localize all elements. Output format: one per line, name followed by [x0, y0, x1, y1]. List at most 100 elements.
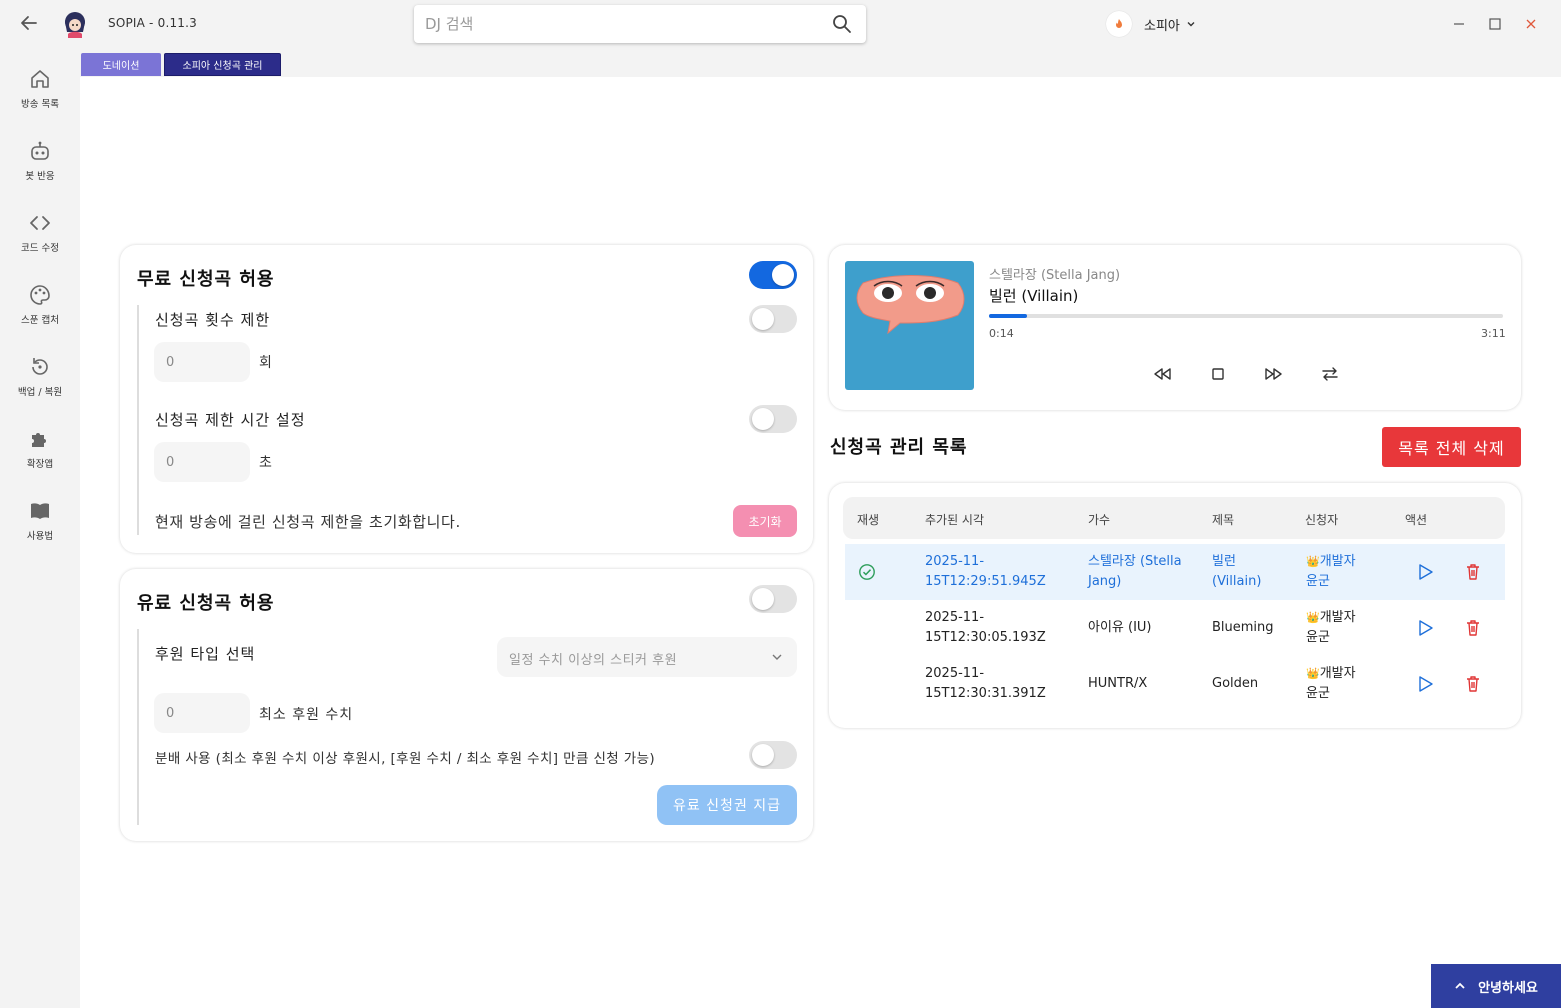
sidebar-item-backup-restore[interactable]: 백업 / 복원	[0, 356, 80, 416]
table-row[interactable]: 2025-11- 15T12:29:51.945Z 스텔라장 (Stella Jan…	[845, 544, 1505, 600]
min-donation-input[interactable]	[154, 693, 250, 733]
close-icon[interactable]	[1521, 14, 1541, 34]
table-row[interactable]: 2025-11- 15T12:30:31.391Z HUNTR/X Golden …	[845, 656, 1505, 712]
count-limit-input[interactable]	[154, 342, 250, 382]
request-table-card: 재생 추가된 시각 가수 제목 신청자 액션 2025-11- 15T12:29:…	[829, 483, 1521, 728]
row-artist: 스텔라장 (Stella Jang)	[1088, 554, 1182, 589]
sidebar-item-manual[interactable]: 사용법	[0, 500, 80, 560]
maximize-icon[interactable]	[1485, 14, 1505, 34]
progress-fill	[989, 314, 1027, 318]
time-limit-toggle[interactable]	[749, 405, 797, 433]
free-request-toggle[interactable]	[749, 261, 797, 289]
sidebar: 방송 목록 봇 반응 코드 수정 스푼 캡처 백업 / 복원 확장앱 사용법	[0, 48, 80, 1008]
split-toggle[interactable]	[749, 741, 797, 769]
count-unit: 회	[259, 355, 272, 371]
palette-icon	[30, 285, 50, 305]
robot-icon	[31, 141, 49, 160]
book-icon	[31, 503, 49, 519]
row-time: 2025-11- 15T12:30:05.193Z	[925, 610, 1046, 645]
play-icon[interactable]	[1415, 618, 1435, 638]
search-icon[interactable]	[832, 14, 852, 34]
sidebar-item-code-edit[interactable]: 코드 수정	[0, 212, 80, 272]
donation-type-label: 후원 타입 선택	[155, 645, 256, 663]
search-input[interactable]	[425, 13, 815, 35]
back-arrow-icon[interactable]	[18, 12, 40, 34]
row-title: Golden	[1212, 676, 1259, 691]
grant-ticket-button[interactable]: 유료 신청권 지급	[657, 785, 797, 825]
album-art	[845, 261, 974, 390]
column-header: 재생	[857, 513, 880, 527]
donation-type-value: 일정 수치 이상의 스티커 후원	[509, 653, 678, 668]
trash-icon[interactable]	[1463, 562, 1483, 582]
user-name: 소피아	[1144, 18, 1180, 34]
row-requester: 👑개발자 윤군	[1306, 666, 1356, 701]
time-unit: 초	[259, 455, 272, 471]
free-request-title: 무료 신청곡 허용	[137, 269, 275, 290]
sidebar-item-label: 백업 / 복원	[17, 387, 63, 398]
minimize-icon[interactable]	[1449, 14, 1469, 34]
sidebar-item-label: 스푼 캡처	[21, 315, 59, 326]
table-header: 재생 추가된 시각 가수 제목 신청자 액션	[843, 497, 1505, 539]
sidebar-item-spoon-capture[interactable]: 스푼 캡처	[0, 284, 80, 344]
crown-icon: 👑	[1306, 611, 1320, 624]
time-limit-input[interactable]	[154, 442, 250, 482]
restore-icon	[32, 358, 48, 375]
count-limit-label: 신청곡 횟수 제한	[155, 311, 271, 329]
chevron-down-icon	[1187, 22, 1195, 27]
column-header: 가수	[1088, 513, 1111, 527]
sidebar-item-label: 방송 목록	[21, 99, 59, 110]
trash-icon[interactable]	[1463, 674, 1483, 694]
avatar	[1106, 11, 1132, 37]
chevron-up-icon	[1455, 982, 1465, 989]
paid-request-card: 유료 신청곡 허용 후원 타입 선택 일정 수치 이상의 스티커 후원 최소 후…	[120, 569, 813, 841]
sidebar-item-broadcast-list[interactable]: 방송 목록	[0, 68, 80, 128]
stop-icon[interactable]	[1207, 363, 1229, 385]
tab-request-management[interactable]: 소피아 신청곡 관리	[164, 53, 281, 76]
section-divider	[137, 305, 139, 535]
reset-button[interactable]: 초기화	[733, 505, 797, 537]
tab-donation[interactable]: 도네이션	[81, 53, 161, 76]
time-limit-label: 신청곡 제한 시간 설정	[155, 411, 306, 429]
chevron-down-icon	[772, 654, 782, 660]
row-title: 빌런 (Villain)	[1212, 554, 1262, 589]
app-title: SOPIA - 0.11.3	[108, 16, 197, 30]
fast-forward-icon[interactable]	[1263, 363, 1285, 385]
user-menu[interactable]: 소피아	[1106, 10, 1196, 38]
paid-request-toggle[interactable]	[749, 585, 797, 613]
home-icon	[31, 70, 49, 88]
paid-request-title: 유료 신청곡 허용	[137, 593, 275, 614]
table-row[interactable]: 2025-11- 15T12:30:05.193Z 아이유 (IU) Bluemi…	[845, 600, 1505, 656]
player-card: 스텔라장 (Stella Jang) 빌런 (Villain) 0:14 3:1…	[829, 245, 1521, 410]
sidebar-item-bot-reaction[interactable]: 봇 반응	[0, 140, 80, 200]
trash-icon[interactable]	[1463, 618, 1483, 638]
crown-icon: 👑	[1306, 555, 1320, 568]
sidebar-item-label: 사용법	[26, 531, 54, 542]
now-playing-title: 빌런 (Villain)	[989, 287, 1079, 305]
donation-type-select[interactable]: 일정 수치 이상의 스티커 후원	[497, 637, 797, 677]
column-header: 신청자	[1305, 513, 1339, 527]
row-time: 2025-11- 15T12:30:31.391Z	[925, 666, 1046, 701]
count-limit-toggle[interactable]	[749, 305, 797, 333]
row-time: 2025-11- 15T12:29:51.945Z	[925, 554, 1046, 589]
flame-icon	[1116, 19, 1122, 28]
play-icon[interactable]	[1415, 562, 1435, 582]
section-divider	[137, 629, 139, 825]
code-icon	[30, 216, 50, 230]
min-donation-unit: 최소 후원 수치	[259, 707, 354, 723]
repeat-icon[interactable]	[1319, 363, 1341, 385]
progress-bar[interactable]	[989, 314, 1503, 318]
play-icon[interactable]	[1415, 674, 1435, 694]
row-title: Blueming	[1212, 620, 1274, 635]
now-playing-artist: 스텔라장 (Stella Jang)	[989, 268, 1121, 283]
column-header: 액션	[1405, 513, 1428, 527]
greeting-button[interactable]: 안녕하세요	[1431, 964, 1561, 1008]
sidebar-item-extensions[interactable]: 확장앱	[0, 428, 80, 488]
crown-icon: 👑	[1306, 667, 1320, 680]
column-header: 추가된 시각	[925, 513, 985, 527]
rewind-icon[interactable]	[1151, 363, 1173, 385]
app-logo	[65, 12, 85, 38]
main-content: 무료 신청곡 허용 신청곡 횟수 제한 회 신청곡 제한 시간 설정 초 현재 …	[80, 77, 1561, 1008]
free-request-card: 무료 신청곡 허용 신청곡 횟수 제한 회 신청곡 제한 시간 설정 초 현재 …	[120, 245, 813, 553]
reset-description: 현재 방송에 걸린 신청곡 제한을 초기화합니다.	[155, 513, 461, 531]
delete-all-button[interactable]: 목록 전체 삭제	[1382, 427, 1521, 467]
